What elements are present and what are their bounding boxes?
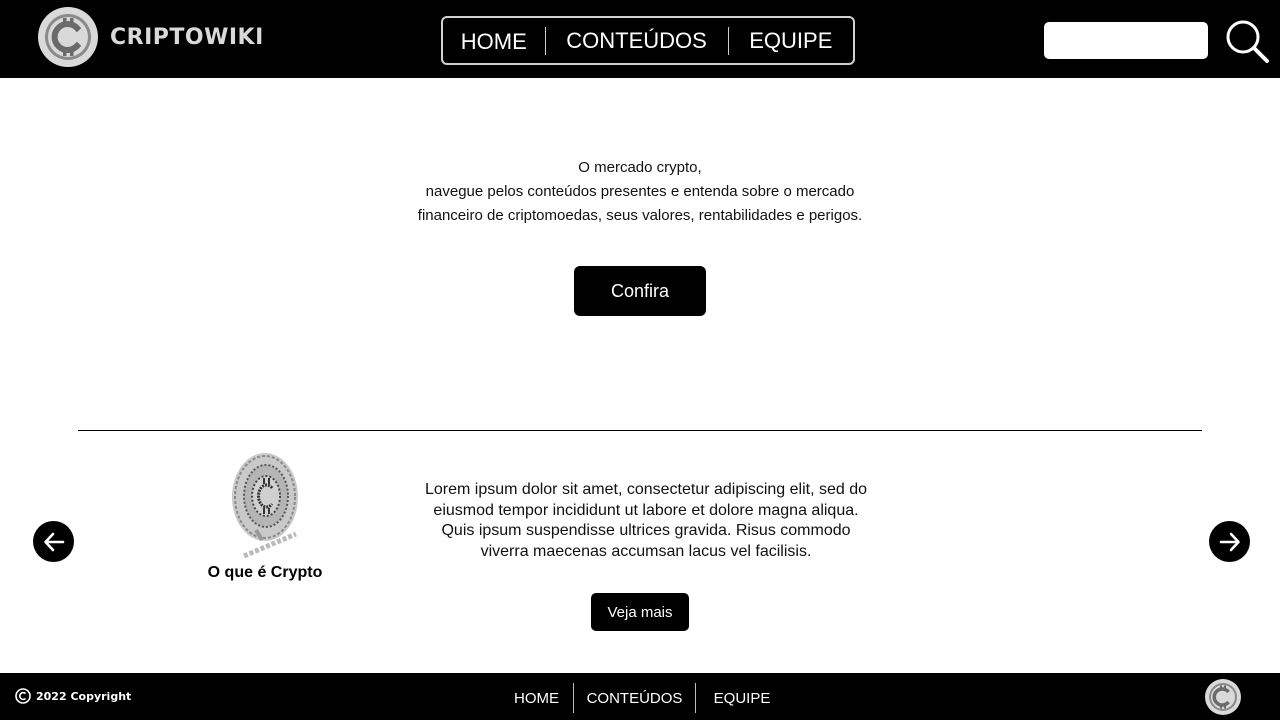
site-header: CRIPTOWIKI HOME CONTEÚDOS EQUIPE bbox=[0, 0, 1280, 78]
card-title: O que é Crypto bbox=[207, 564, 323, 581]
site-footer: 2022 Copyright HOME CONTEÚDOS EQUIPE bbox=[0, 673, 1280, 720]
card-description: Lorem ipsum dolor sit amet, consectetur … bbox=[425, 481, 867, 560]
section-divider bbox=[78, 430, 1202, 431]
brand-name: CRIPTOWIKI bbox=[110, 24, 264, 50]
footer-nav-home[interactable]: HOME bbox=[500, 690, 573, 707]
bitcoin-coin-icon[interactable] bbox=[1204, 678, 1242, 716]
nav-item-conteudos[interactable]: CONTEÚDOS bbox=[546, 28, 728, 54]
copyright: 2022 Copyright bbox=[15, 688, 131, 704]
main-nav: HOME CONTEÚDOS EQUIPE bbox=[441, 16, 855, 65]
search-input[interactable] bbox=[1044, 22, 1208, 59]
copyright-icon bbox=[15, 688, 31, 704]
bitcoin-coin-icon bbox=[38, 7, 98, 67]
hero-heading: O mercado crypto, bbox=[578, 159, 702, 176]
footer-nav-conteudos[interactable]: CONTEÚDOS bbox=[574, 690, 695, 707]
arrow-left-icon bbox=[43, 532, 64, 551]
search-icon[interactable] bbox=[1224, 18, 1270, 64]
hero-text-line: navegue pelos conteúdos presentes e ente… bbox=[425, 183, 855, 200]
footer-nav-equipe[interactable]: EQUIPE bbox=[696, 690, 788, 707]
copyright-text: 2022 Copyright bbox=[36, 689, 132, 703]
arrow-right-icon bbox=[1219, 532, 1240, 551]
footer-nav: HOME CONTEÚDOS EQUIPE bbox=[500, 683, 788, 713]
nav-item-equipe[interactable]: EQUIPE bbox=[729, 28, 853, 54]
veja-mais-button[interactable]: Veja mais bbox=[591, 593, 689, 631]
carousel-next-button[interactable] bbox=[1209, 521, 1250, 562]
hero-text-line: financeiro de criptomoedas, seus valores… bbox=[417, 207, 863, 224]
carousel-prev-button[interactable] bbox=[33, 521, 74, 562]
brand-logo[interactable]: CRIPTOWIKI bbox=[36, 5, 264, 69]
hero-section: O mercado crypto, navegue pelos conteúdo… bbox=[0, 156, 1280, 228]
confira-button[interactable]: Confira bbox=[574, 266, 706, 316]
bitcoin-coin-image bbox=[232, 453, 298, 559]
nav-item-home[interactable]: HOME bbox=[443, 26, 545, 55]
